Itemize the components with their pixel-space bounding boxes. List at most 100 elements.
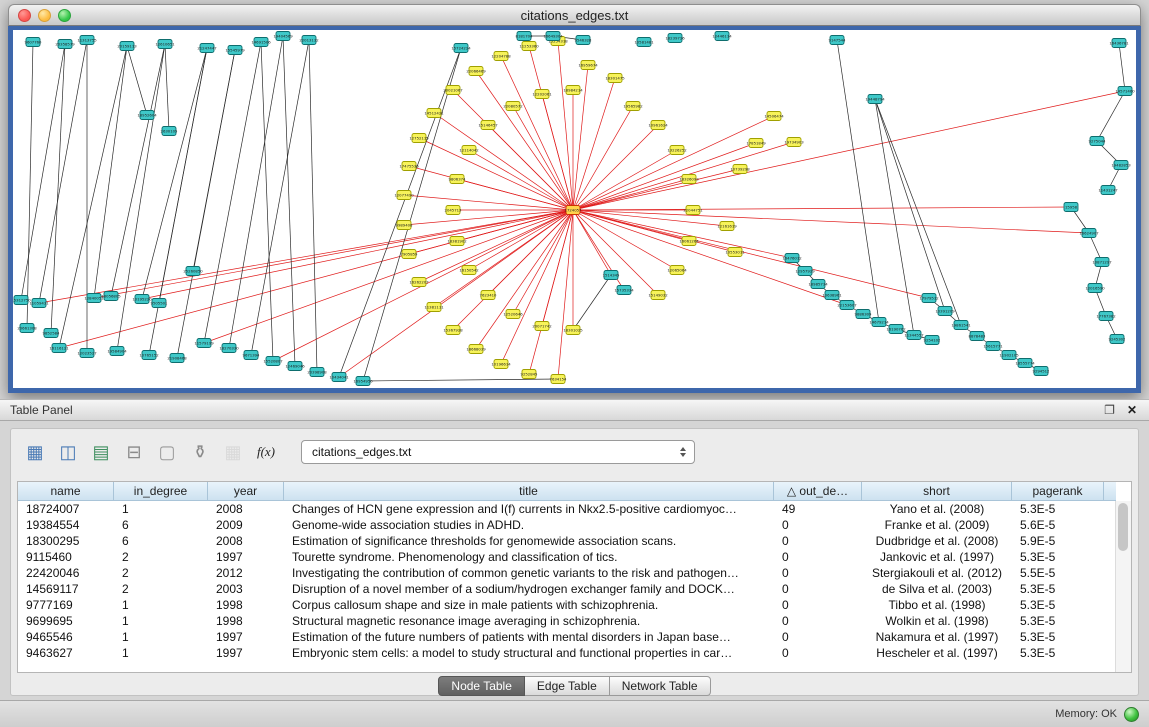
graph-node[interactable]: 16959674 (578, 61, 598, 70)
graph-node[interactable]: 21908468 (167, 354, 187, 363)
graph-node[interactable]: 9806374 (449, 175, 466, 184)
graph-node[interactable]: 22080572 (503, 102, 523, 111)
graph-node[interactable]: 16436781 (1109, 39, 1129, 48)
window-titlebar[interactable]: citations_edges.txt (8, 4, 1141, 26)
graph-node[interactable]: 15520807 (263, 357, 283, 366)
graph-node[interactable]: 20071742 (532, 322, 552, 331)
graph-node[interactable]: 9546328 (575, 36, 592, 45)
graph-node[interactable]: 15545979 (225, 46, 245, 55)
graph-node[interactable]: 19448794 (865, 95, 885, 104)
graph-node[interactable]: 18326093 (679, 175, 699, 184)
graph-node[interactable]: 20398908 (307, 368, 327, 377)
table-row[interactable]: 1830029562008Estimation of significance … (18, 533, 1131, 549)
graph-node[interactable]: 18270330 (219, 344, 239, 353)
column-visibility-icon[interactable]: ◫ (54, 439, 82, 465)
network-canvas[interactable]: 1724057183010252007174212520646762341016… (13, 30, 1136, 388)
graph-node[interactable]: 9607760 (25, 38, 42, 47)
graph-node[interactable]: 19584904 (107, 347, 127, 356)
graph-node[interactable]: 16190762 (886, 325, 906, 334)
graph-node[interactable]: 9252845 (521, 370, 538, 379)
close-panel-icon[interactable]: ✕ (1127, 403, 1137, 417)
table-row[interactable]: 2242004622012Investigating the contribut… (18, 565, 1131, 581)
graph-node[interactable]: 14506474 (764, 112, 784, 121)
graph-node[interactable]: 14679214 (869, 318, 889, 327)
graph-node[interactable]: 15724224 (451, 44, 471, 53)
graph-node[interactable]: 15367928 (443, 326, 463, 335)
zoom-window-icon[interactable] (58, 9, 71, 22)
graph-node[interactable]: 1514345 (603, 271, 620, 280)
column-header-pagerank[interactable]: pagerank (1012, 482, 1104, 501)
graph-node[interactable]: 15615771 (983, 342, 1003, 351)
graph-node[interactable]: 2045713 (445, 206, 462, 215)
graph-node[interactable]: 10765152 (139, 351, 159, 360)
graph-node[interactable]: 7905859 (401, 250, 418, 259)
row-options-icon[interactable]: ⊟ (120, 439, 148, 465)
table-row[interactable]: 911546021997Tourette syndrome. Phenomeno… (18, 549, 1131, 565)
table-row[interactable]: 946554611997Estimation of the future num… (18, 629, 1131, 645)
graph-node[interactable]: 11313755 (77, 36, 97, 45)
graph-node[interactable]: 9294512 (1033, 367, 1050, 376)
graph-node[interactable]: 16476012 (782, 254, 802, 263)
graph-node[interactable]: 10196614 (491, 360, 511, 369)
graph-node[interactable]: 20661308 (17, 324, 37, 333)
column-header-out_degree[interactable]: △ out_de… (774, 482, 862, 501)
graph-node[interactable]: 11253360 (519, 42, 539, 51)
import-table-icon[interactable]: ▤ (87, 439, 115, 465)
graph-node[interactable]: 18984214 (563, 86, 583, 95)
minimize-window-icon[interactable] (38, 9, 51, 22)
graph-node[interactable]: 14571460 (1115, 87, 1135, 96)
column-header-short[interactable]: short (862, 482, 1012, 501)
graph-node[interactable]: 16624907 (1079, 229, 1099, 238)
graph-node[interactable]: 19482853 (1111, 161, 1131, 170)
graph-node[interactable]: 15735334 (614, 286, 634, 295)
graph-node[interactable]: 19404569 (273, 32, 293, 41)
graph-node[interactable]: 15958 (1064, 203, 1078, 212)
graph-node[interactable]: 9275044 (1089, 137, 1106, 146)
graph-node[interactable]: 19861541 (951, 321, 971, 330)
graph-node[interactable]: 10391209 (935, 307, 955, 316)
graph-node[interactable]: 18381902 (447, 237, 467, 246)
graph-node[interactable]: 20021067 (443, 86, 463, 95)
graph-node[interactable]: 12204788 (491, 52, 511, 61)
table-row[interactable]: 977716911998Corpus callosum shape and si… (18, 597, 1131, 613)
graph-node[interactable]: 12752115 (409, 134, 429, 143)
graph-node[interactable]: 20159113 (117, 42, 137, 51)
graph-node[interactable]: 22066469 (466, 67, 486, 76)
tab-node-table[interactable]: Node Table (438, 676, 525, 696)
graph-node[interactable]: 18301025 (563, 326, 583, 335)
graph-node[interactable]: 16262207 (409, 278, 429, 287)
graph-node[interactable]: 11902105 (999, 351, 1019, 360)
graph-node[interactable]: 9245302 (1109, 335, 1126, 344)
graph-node[interactable]: 20358579 (55, 40, 75, 49)
graph-node[interactable]: 22044751 (683, 206, 703, 215)
graph-node[interactable]: 10195220 (132, 295, 152, 304)
graph-node[interactable]: 10871297 (1092, 258, 1112, 267)
column-header-title[interactable]: title (284, 482, 774, 501)
graph-node[interactable]: 12957929 (795, 267, 815, 276)
table-row[interactable]: 1938455462009Genome-wide association stu… (18, 517, 1131, 533)
graph-node[interactable]: 9989408 (396, 221, 413, 230)
graph-node[interactable]: 12161619 (717, 222, 737, 231)
graph-node[interactable]: 18668039 (466, 345, 486, 354)
graph-node[interactable]: 18985734 (808, 280, 828, 289)
graph-node[interactable]: 17475536 (399, 162, 419, 171)
graph-node[interactable]: 9147544 (829, 36, 846, 45)
column-header-in_degree[interactable]: in_degree (114, 482, 208, 501)
graph-node[interactable]: 18056805 (101, 292, 121, 301)
graph-node[interactable]: 18239726 (665, 34, 685, 43)
graph-node[interactable]: 13226252 (667, 146, 687, 155)
graph-node[interactable]: 12520646 (503, 310, 523, 319)
scrollbar-thumb[interactable] (1118, 503, 1128, 551)
graph-node[interactable]: 16061264 (679, 237, 699, 246)
graph-node[interactable]: 12016590 (1085, 284, 1105, 293)
graph-node[interactable]: 16649304 (543, 32, 563, 41)
graph-node[interactable]: 14512421 (424, 109, 444, 118)
graph-node[interactable]: 18952604 (137, 111, 157, 120)
graph-node[interactable]: 21247447 (197, 44, 217, 53)
graph-node[interactable]: 12469046 (285, 362, 305, 371)
graph-node[interactable]: 11059431 (29, 299, 49, 308)
vertical-scrollbar[interactable] (1115, 501, 1131, 672)
graph-node[interactable]: 18555774 (1015, 359, 1035, 368)
graph-node[interactable]: 10739298 (730, 165, 750, 174)
graph-node[interactable]: 17979512 (919, 294, 939, 303)
